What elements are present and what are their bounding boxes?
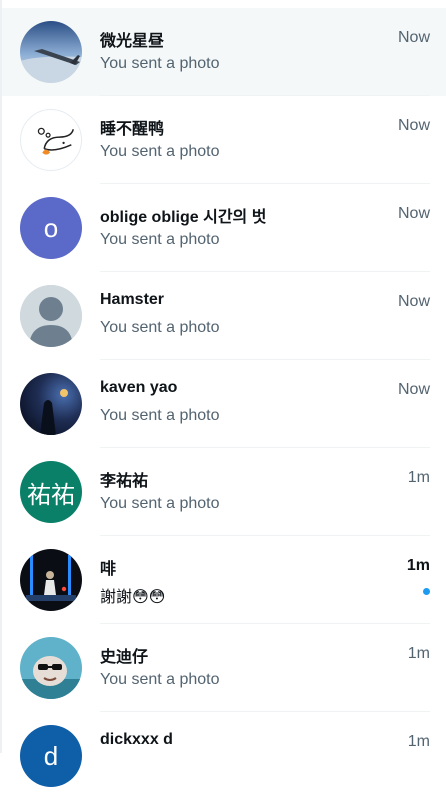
conversation-item[interactable]: 微光星昼 Now You sent a photo: [2, 8, 446, 96]
conversation-name: oblige oblige 시간의 벗: [100, 209, 267, 226]
conversation-name: kaven yao: [100, 379, 178, 396]
letter-avatar: o: [20, 197, 82, 259]
conversation-preview: You sent a photo: [100, 231, 220, 248]
conversation-preview: You sent a photo: [100, 407, 220, 424]
default-person-avatar-icon: [20, 285, 82, 347]
conversation-time: Now: [397, 29, 430, 46]
cartoon-sunglasses-avatar-icon: [20, 637, 82, 699]
conversation-time: Now: [397, 117, 430, 134]
conversation-name: 李祐祐: [100, 473, 149, 490]
letter-avatar: 祐祐: [20, 461, 82, 523]
conversation-name: 史迪仔: [100, 649, 149, 666]
unread-dot: [423, 588, 430, 595]
conversation-item[interactable]: d dickxxx d 1m: [2, 712, 446, 800]
conversation-preview: 謝謝😳😳: [100, 589, 166, 606]
conversation-name: 啡: [100, 561, 117, 578]
conversation-item[interactable]: kaven yao Now You sent a photo: [2, 360, 446, 448]
conversation-item[interactable]: 祐祐 李祐祐 1m You sent a photo: [2, 448, 446, 536]
conversation-time: Now: [397, 381, 430, 398]
conversation-name: Hamster: [100, 291, 165, 308]
conversation-preview: You sent a photo: [100, 143, 220, 160]
conversation-list: 微光星昼 Now You sent a photo 睡不醒鸭 Now You s…: [0, 0, 446, 787]
conversation-preview: You sent a photo: [100, 671, 220, 688]
conversation-preview: You sent a photo: [100, 55, 220, 72]
conversation-item[interactable]: o oblige oblige 시간의 벗 Now You sent a pho…: [2, 184, 446, 272]
conversation-name: 睡不醒鸭: [100, 121, 165, 138]
conversation-time: 1m: [407, 733, 430, 750]
letter-avatar: d: [20, 725, 82, 787]
conversation-time: 1m: [407, 469, 430, 486]
top-bar: [0, 0, 446, 8]
sleepy-duck-avatar-icon: [20, 109, 82, 171]
conversation-item[interactable]: Hamster Now You sent a photo: [2, 272, 446, 360]
conversation-preview: You sent a photo: [100, 319, 220, 336]
conversation-item[interactable]: 史迪仔 1m You sent a photo: [2, 624, 446, 712]
conversation-name: dickxxx d: [100, 731, 173, 748]
conversation-time: 1m: [406, 557, 430, 574]
conversation-time: Now: [397, 293, 430, 310]
left-edge-border: [0, 0, 2, 753]
airplane-wing-avatar-icon: [20, 21, 82, 83]
conversation-item[interactable]: 睡不醒鸭 Now You sent a photo: [2, 96, 446, 184]
conversation-preview: You sent a photo: [100, 495, 220, 512]
conversation-time: Now: [397, 205, 430, 222]
night-scene-avatar-icon: [20, 373, 82, 435]
conversation-item[interactable]: 啡 1m 謝謝😳😳: [2, 536, 446, 624]
neon-stage-avatar-icon: [20, 549, 82, 611]
conversation-name: 微光星昼: [100, 33, 165, 50]
conversation-time: 1m: [407, 645, 430, 662]
